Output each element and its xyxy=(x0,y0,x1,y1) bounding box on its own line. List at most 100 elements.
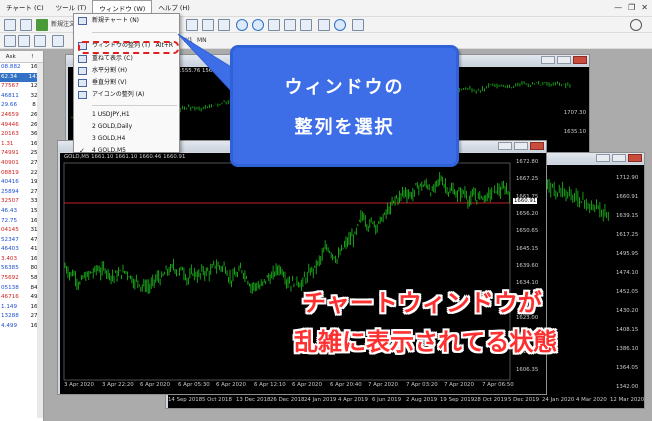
ask-cell: 77567 xyxy=(1,83,19,90)
y-tick-label: 1617.25 xyxy=(616,232,639,238)
window-menu-item[interactable]: 垂直分割 (V) xyxy=(74,77,179,89)
new-chart-icon[interactable] xyxy=(4,19,16,31)
search-icon[interactable] xyxy=(630,19,642,31)
candlestick-icon[interactable] xyxy=(202,19,214,31)
y-tick-label: 1430.20 xyxy=(616,308,639,314)
annotation-line-1: チャートウィンドウが xyxy=(302,289,542,317)
menu-chart[interactable]: チャート (C) xyxy=(0,0,50,17)
line-chart-icon[interactable] xyxy=(218,19,230,31)
window-menu-item[interactable]: 1 USDJPY,H1 xyxy=(74,109,179,121)
close-icon[interactable] xyxy=(573,56,587,64)
ask-cell: 1.31 xyxy=(1,140,14,147)
templates-icon[interactable] xyxy=(352,19,364,31)
market-watch-panel: Ask ! 08.882 16 62.34 143 77567 12 46811 32 29.6… xyxy=(0,51,44,421)
callout-line-2: 整列を選択 xyxy=(294,117,395,138)
x-tick-label: 6 Apr 05:30 xyxy=(178,382,210,388)
chart-gold-m5-canvas[interactable]: GOLD,M5 1661.10 1661.10 1660.46 1660.91 … xyxy=(60,153,546,394)
x-tick-label: 14 Sep 2018 xyxy=(168,397,203,403)
window-menu-item-label: アイコンの整列 (A) xyxy=(92,91,145,98)
window-menu-item-label: 1 USDJPY,H1 xyxy=(92,111,130,118)
periods-icon[interactable] xyxy=(334,19,346,31)
window-menu-item[interactable]: 重ねて表示 (C) xyxy=(74,53,179,65)
new-order-icon[interactable] xyxy=(36,19,48,31)
y-tick-label: 1606.35 xyxy=(516,366,539,373)
y-tick-label: 1386.10 xyxy=(616,346,639,352)
y-tick-label: 1639.15 xyxy=(616,213,639,219)
maximize-icon[interactable] xyxy=(612,154,626,162)
x-tick-label: 7 Apr 03:20 xyxy=(406,382,438,388)
window-menu-item[interactable]: 3 GOLD,H4 xyxy=(74,133,179,145)
y-tick-label: 1452.05 xyxy=(616,289,639,295)
crosshair-icon[interactable] xyxy=(18,35,30,47)
maximize-icon[interactable] xyxy=(514,142,528,150)
spread-column-header[interactable]: ! xyxy=(22,54,44,60)
ask-cell: 62.34 xyxy=(1,73,18,80)
shapes-icon[interactable] xyxy=(52,35,64,47)
x-tick-label: 26 Dec 2018 xyxy=(270,397,305,403)
maximize-icon[interactable] xyxy=(557,56,571,64)
x-tick-label: 4 Apr 2019 xyxy=(338,397,368,403)
window-menu-item-label: 新規チャート (N) xyxy=(92,17,140,24)
window-menu-item-label: 3 GOLD,H4 xyxy=(92,135,126,142)
ask-cell: 46716 xyxy=(1,294,19,301)
ask-column-header[interactable]: Ask xyxy=(0,54,22,60)
window-menu-item[interactable]: 水平分割 (H) xyxy=(74,65,179,77)
current-price-label: 1660.91 xyxy=(513,198,538,204)
x-tick-label: 3 Apr 2020 xyxy=(64,382,94,388)
x-tick-label: 6 Apr 2020 xyxy=(292,382,322,388)
cursor-icon[interactable] xyxy=(4,35,16,47)
x-tick-label: 19 Sep 2019 xyxy=(440,397,475,403)
x-tick-label: 13 Dec 2018 xyxy=(236,397,271,403)
new-order-button[interactable]: 新規注文 xyxy=(51,19,75,31)
bar-chart-icon[interactable] xyxy=(186,19,198,31)
window-menu-item[interactable]: ✓ 4 GOLD,M5 xyxy=(74,145,179,157)
close-icon[interactable]: ✕ xyxy=(641,3,648,12)
ask-cell: 40416 xyxy=(1,179,19,186)
zoom-out-icon[interactable] xyxy=(252,19,264,31)
ask-cell: 74991 xyxy=(1,150,19,157)
zoom-in-icon[interactable] xyxy=(236,19,248,31)
window-menu-item[interactable]: アイコンの整列 (A) xyxy=(74,89,179,101)
line-tool-icon[interactable] xyxy=(34,35,46,47)
autoscroll-icon[interactable] xyxy=(284,19,296,31)
timeframe-mn[interactable]: MN xyxy=(197,35,207,47)
x-tick-label: 5 Dec 2019 xyxy=(508,397,540,403)
y-tick-label: 1474.10 xyxy=(616,270,639,276)
ask-cell: 25894 xyxy=(1,188,19,195)
y-tick-label: 1650.65 xyxy=(516,228,539,235)
x-tick-label: 6 Apr 2020 xyxy=(140,382,170,388)
ask-cell: 46.43 xyxy=(1,207,18,214)
close-icon[interactable] xyxy=(628,154,642,162)
market-watch-scrollbar[interactable] xyxy=(37,63,43,418)
ask-cell: 13288 xyxy=(1,313,19,320)
minimize-icon[interactable] xyxy=(596,154,610,162)
ask-cell: 56385 xyxy=(1,265,19,272)
minimize-icon[interactable]: — xyxy=(614,3,622,12)
tile-icon[interactable] xyxy=(268,19,280,31)
timeframe-w1[interactable]: W1 xyxy=(183,35,193,47)
y-tick-label: 1342.00 xyxy=(616,384,639,390)
check-icon: ✓ xyxy=(79,147,85,155)
indicators-icon[interactable] xyxy=(318,19,330,31)
x-tick-label: 7 Apr 2020 xyxy=(368,382,398,388)
close-icon[interactable] xyxy=(530,142,544,150)
tile-windows-highlight xyxy=(78,41,179,54)
restore-icon[interactable]: ❐ xyxy=(628,3,635,12)
profiles-icon[interactable] xyxy=(20,19,32,31)
window-menu-item-label: 水平分割 (H) xyxy=(92,67,128,74)
chart-shift-icon[interactable] xyxy=(300,19,312,31)
y-tick-label: 1495.95 xyxy=(616,251,639,257)
ask-cell: 72.75 xyxy=(1,217,18,224)
window-menu-item-label: 2 GOLD,Daily xyxy=(92,123,133,130)
ask-cell: 52347 xyxy=(1,236,19,243)
window-menu-item-label: 重ねて表示 (C) xyxy=(92,55,133,62)
minimize-icon[interactable] xyxy=(541,56,555,64)
ask-cell: 75692 xyxy=(1,275,19,282)
ask-cell: 40901 xyxy=(1,159,19,166)
window-menu-item[interactable]: 2 GOLD,Daily xyxy=(74,121,179,133)
x-tick-label: 24 Jan 2019 xyxy=(304,397,337,403)
minimize-icon[interactable] xyxy=(498,142,512,150)
y-tick-label: 1645.15 xyxy=(516,245,539,252)
window-menu-item[interactable]: 新規チャート (N) xyxy=(74,15,179,27)
x-tick-label: 6 Apr 12:10 xyxy=(254,382,286,388)
